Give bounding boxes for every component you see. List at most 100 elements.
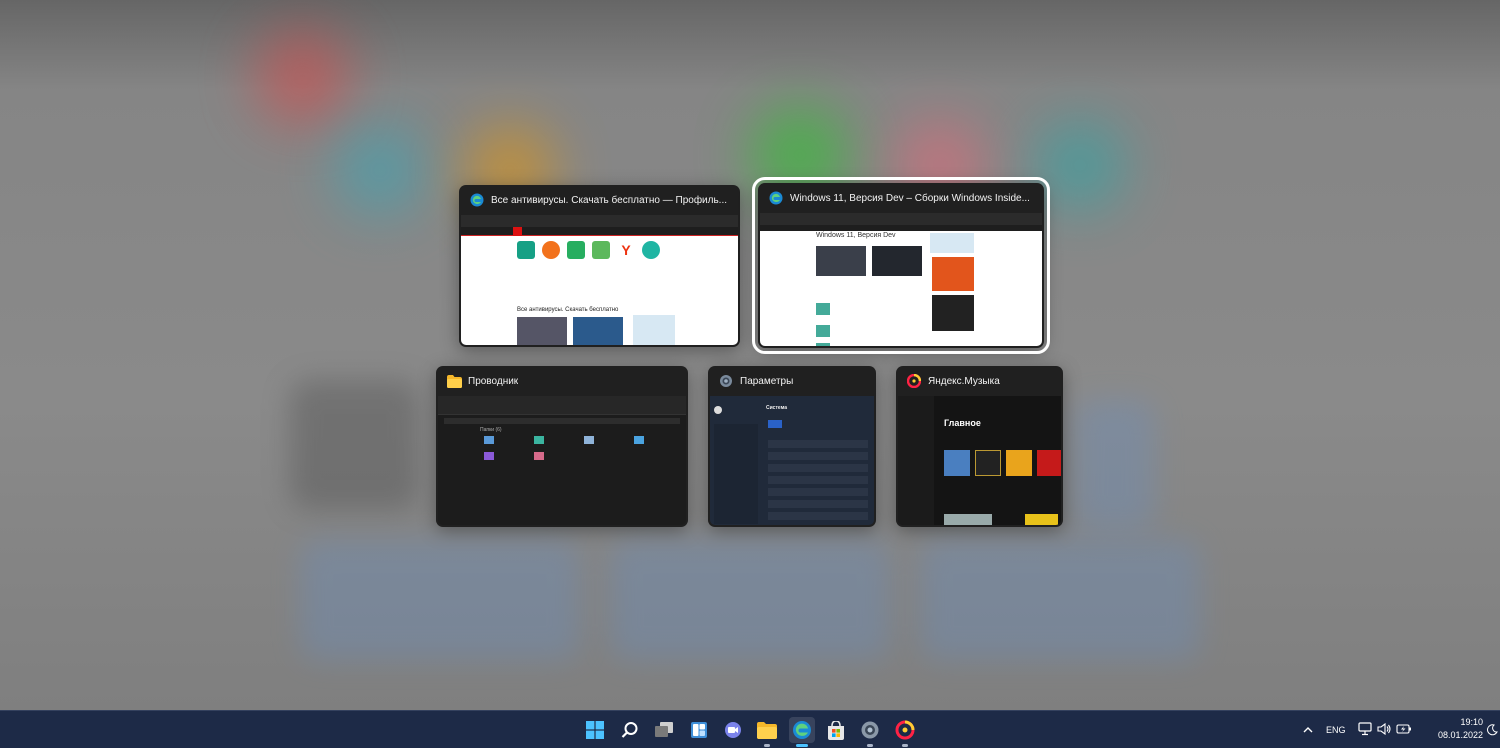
antivirus-icon — [542, 241, 560, 259]
windows-start-icon — [586, 721, 604, 739]
window-preview: Папки (6) — [438, 396, 686, 525]
clock-time: 19:10 — [1460, 717, 1483, 727]
folder-item — [534, 436, 544, 444]
running-indicator — [902, 744, 908, 747]
explorer-address — [444, 418, 680, 424]
task-view-window-yandex-music[interactable]: Яндекс.Музыка Главное — [896, 366, 1063, 527]
settings-icon — [861, 721, 879, 739]
file-explorer-button[interactable] — [754, 717, 780, 747]
music-sidebar — [898, 396, 934, 525]
settings-row — [768, 440, 868, 448]
yandex-music-button[interactable] — [892, 717, 918, 747]
antivirus-icon — [567, 241, 585, 259]
task-view-icon — [655, 722, 673, 737]
task-view-window-settings[interactable]: Параметры Система — [708, 366, 876, 527]
folder-icon — [446, 373, 462, 389]
ad-banner — [932, 295, 974, 331]
blur-panel — [920, 540, 1200, 660]
task-view-button[interactable] — [651, 717, 677, 743]
preview-heading: Windows 11, Версия Dev — [816, 232, 896, 239]
explorer-nav-pane — [442, 428, 476, 518]
settings-nav — [714, 424, 758, 524]
start-button[interactable] — [582, 717, 608, 743]
settings-row — [768, 488, 868, 496]
clock[interactable]: 19:10 08.01.2022 — [1438, 716, 1483, 742]
taskbar: ENG 19:10 08.01.2022 — [0, 710, 1500, 748]
settings-avatar — [714, 406, 722, 414]
task-view-window-file-explorer[interactable]: Проводник Папки (6) — [436, 366, 688, 527]
yandex-music-icon — [906, 373, 922, 389]
focus-assist-button[interactable] — [1486, 723, 1498, 736]
settings-device-image — [768, 420, 782, 428]
browser-toolbar — [461, 215, 738, 227]
album-cover — [1006, 450, 1032, 476]
teams-chat-icon — [725, 722, 741, 738]
list-thumb — [816, 303, 830, 315]
task-view-window-windows-insider[interactable]: Windows 11, Версия Dev – Сборки Windows … — [752, 177, 1050, 354]
microsoft-store-icon — [828, 720, 844, 740]
playlist-cover — [944, 514, 992, 525]
search-button[interactable] — [617, 717, 643, 743]
blur-blob — [255, 30, 350, 125]
moon-icon — [1487, 724, 1498, 736]
task-view-window-antivirus[interactable]: Все антивирусы. Скачать бесплатно — Проф… — [459, 185, 740, 347]
window-title: Все антивирусы. Скачать бесплатно — Проф… — [491, 194, 728, 206]
browser-toolbar — [760, 213, 1042, 225]
window-title-bar: Яндекс.Музыка — [896, 366, 1063, 396]
chevron-up-icon — [1303, 727, 1313, 733]
window-title-bar: Все антивирусы. Скачать бесплатно — Проф… — [459, 185, 740, 215]
store-button[interactable] — [823, 717, 849, 743]
preview-image — [872, 246, 922, 276]
preview-image — [517, 317, 567, 345]
preview-image — [573, 317, 623, 345]
window-title-bar: Проводник — [436, 366, 688, 396]
site-header — [760, 225, 1042, 231]
widgets-button[interactable] — [686, 717, 712, 743]
album-cover — [975, 450, 1001, 476]
edge-button[interactable] — [789, 717, 815, 747]
blur-panel — [610, 540, 890, 660]
chat-button[interactable] — [720, 717, 746, 743]
settings-row — [768, 512, 868, 520]
album-cover — [944, 450, 970, 476]
window-preview: Windows 11, Версия Dev — [760, 213, 1042, 346]
list-thumb — [816, 325, 830, 337]
antivirus-icon — [517, 241, 535, 259]
playlist-cover — [1025, 514, 1058, 525]
search-icon — [621, 722, 638, 738]
window-preview: Система — [710, 396, 874, 525]
folder-item — [584, 436, 594, 444]
folder-item — [484, 452, 494, 460]
running-indicator — [796, 744, 808, 747]
window-title: Яндекс.Музыка — [928, 375, 1000, 387]
settings-row — [768, 500, 868, 508]
edge-icon — [793, 721, 811, 739]
battery-status[interactable] — [1396, 722, 1412, 736]
antivirus-icon — [642, 241, 660, 259]
list-thumb — [816, 343, 830, 346]
window-title-bar: Windows 11, Версия Dev – Сборки Windows … — [758, 183, 1044, 213]
window-title: Параметры — [740, 375, 794, 387]
preview-sidebar — [930, 233, 974, 253]
running-indicator — [867, 744, 873, 747]
window-title: Проводник — [468, 375, 519, 387]
antivirus-icons-row: Y — [517, 241, 660, 259]
language-indicator[interactable]: ENG — [1326, 725, 1346, 735]
window-title-bar: Параметры — [708, 366, 876, 396]
edge-icon — [469, 192, 485, 208]
settings-button[interactable] — [857, 717, 883, 747]
window-preview: Y Все антивирусы. Скачать бесплатно — [461, 215, 738, 345]
show-hidden-icons-button[interactable] — [1302, 723, 1314, 735]
antivirus-icon — [592, 241, 610, 259]
settings-heading: Система — [766, 405, 788, 411]
explorer-toolbar — [438, 396, 686, 415]
volume-control[interactable] — [1377, 722, 1391, 736]
network-status[interactable] — [1358, 722, 1372, 736]
blur-panel — [290, 380, 420, 510]
desktop-background — [0, 0, 1500, 710]
window-preview: Главное — [898, 396, 1061, 525]
battery-charging-icon — [1396, 724, 1411, 734]
widgets-icon — [691, 722, 707, 738]
settings-row — [768, 464, 868, 472]
blur-panel — [300, 540, 580, 660]
